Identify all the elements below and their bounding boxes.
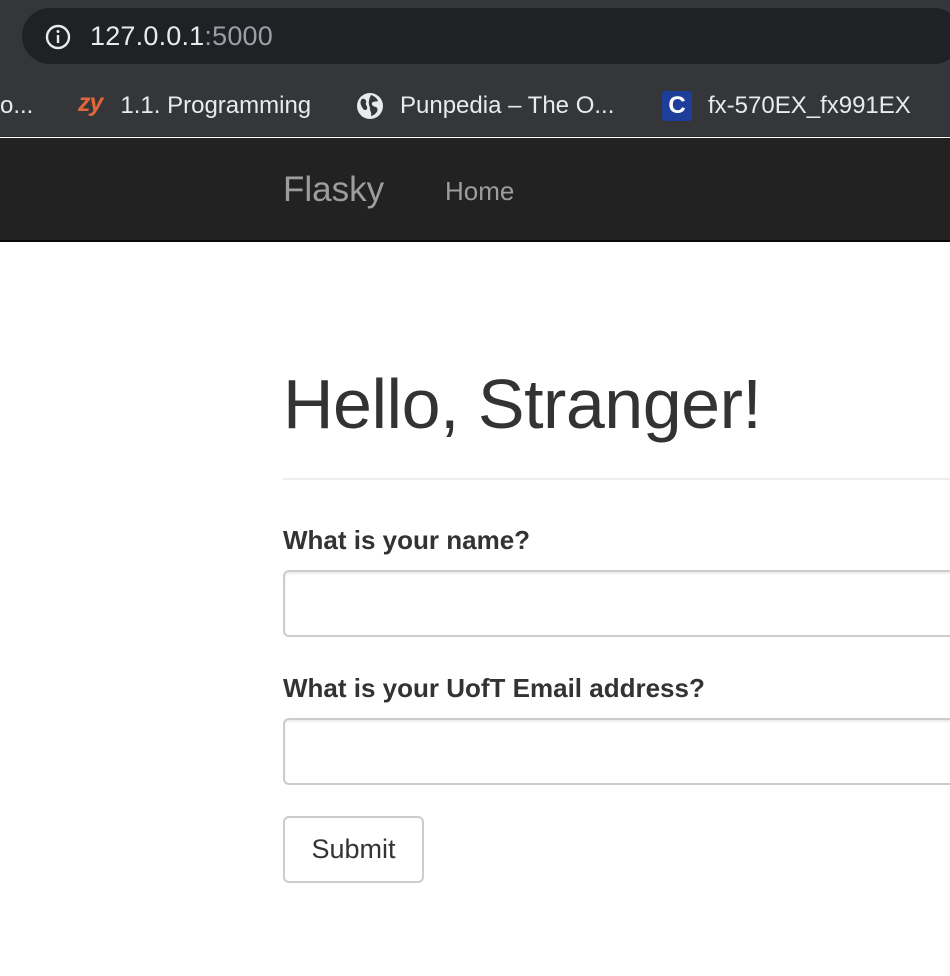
bookmark-item[interactable]: ro... [0, 75, 33, 137]
bookmark-item[interactable]: C fx-570EX_fx991EX [662, 75, 911, 137]
email-label: What is your UofT Email address? [283, 673, 705, 703]
bookmark-label: ro... [0, 92, 34, 119]
email-input[interactable] [283, 718, 950, 785]
bookmark-item[interactable]: zy 1.1. Programming [78, 75, 311, 137]
name-label: What is your name? [283, 525, 531, 555]
header-divider [283, 478, 950, 480]
submit-button[interactable]: Submit [283, 816, 424, 883]
navbar-brand[interactable]: Flasky [283, 170, 384, 210]
url-host: 127.0.0.1 [90, 21, 205, 51]
url-text[interactable]: 127.0.0.1:5000 [90, 21, 273, 51]
globe-icon [357, 93, 383, 119]
address-bar[interactable]: 127.0.0.1:5000 [22, 8, 950, 64]
nav-link-home[interactable]: Home [445, 175, 514, 207]
url-port: :5000 [204, 21, 273, 51]
page-title: Hello, Stranger! [283, 365, 762, 443]
bookmark-label: fx-570EX_fx991EX [708, 92, 911, 119]
bookmarks-bar: ro... zy 1.1. Programming Punpedia – The… [0, 75, 950, 137]
casio-c-icon: C [662, 91, 692, 121]
page-header: Hello, Stranger! [283, 360, 950, 448]
browser-toolbar: 127.0.0.1:5000 [0, 0, 950, 75]
zybooks-icon: zy [78, 88, 103, 117]
info-icon[interactable] [45, 24, 71, 50]
name-input[interactable] [283, 570, 950, 637]
site-navbar: Flasky Home [0, 138, 950, 242]
bookmark-label: Punpedia – The O... [400, 92, 615, 119]
bookmark-label: 1.1. Programming [120, 92, 312, 119]
bookmark-item[interactable]: Punpedia – The O... [356, 75, 614, 137]
